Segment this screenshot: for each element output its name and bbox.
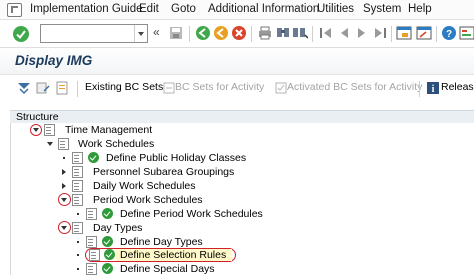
separator <box>436 26 437 42</box>
expand-toggle-icon[interactable] <box>61 226 67 230</box>
page-title: Display IMG <box>15 53 93 68</box>
collapse-toggle-icon[interactable] <box>62 169 66 175</box>
leaf-bullet <box>77 213 79 215</box>
img-node-icon <box>72 166 83 178</box>
menu-bar: Implementation Guide Edit Goto Additiona… <box>0 0 474 20</box>
separator <box>251 26 252 42</box>
tree-node-label: Work Schedules <box>78 138 155 150</box>
info-icon: i <box>427 82 439 95</box>
leaf-bullet <box>77 254 79 256</box>
last-page-icon[interactable] <box>372 25 388 41</box>
expand-subtree-icon[interactable] <box>16 80 32 96</box>
existing-bc-sets-button[interactable]: Existing BC Sets <box>85 81 163 93</box>
separator <box>77 81 78 97</box>
separator <box>312 26 313 42</box>
img-node-icon <box>72 194 83 206</box>
bc-sets-for-activity-button[interactable]: BC Sets for Activity <box>175 81 264 93</box>
tree-node-label: Period Work Schedules <box>93 194 203 206</box>
menu-additional-information[interactable]: Additional Information <box>208 3 319 15</box>
img-node-icon <box>72 222 83 234</box>
img-node-icon <box>44 124 55 136</box>
tree-node-label: Define Period Work Schedules <box>120 208 263 220</box>
tree-row-define-public-holiday-classes[interactable]: Define Public Holiday Classes <box>10 151 474 166</box>
command-field[interactable] <box>40 24 148 43</box>
leaf-bullet <box>77 241 79 243</box>
activated-bc-sets-for-activity-button[interactable]: Activated BC Sets for Activity <box>287 81 422 93</box>
tree-row-define-selection-rules[interactable]: Define Selection Rules <box>10 248 474 263</box>
tree-node-label: Personnel Subarea Groupings <box>93 166 235 178</box>
tree-row-personnel-subarea-groupings[interactable]: Personnel Subarea Groupings <box>10 165 474 180</box>
cancel-icon[interactable] <box>231 25 247 41</box>
tree-row-daily-work-schedules[interactable]: Daily Work Schedules <box>10 179 474 194</box>
find-icon[interactable] <box>275 25 291 41</box>
expand-toggle-icon[interactable] <box>47 142 53 146</box>
svg-text:?: ? <box>446 29 452 40</box>
menu-implementation-guide[interactable]: Implementation Guide <box>30 3 143 15</box>
menu-help[interactable]: Help <box>408 3 432 15</box>
execute-activity-icon[interactable] <box>102 236 113 247</box>
tree-row-period-work-schedules[interactable]: Period Work Schedules <box>10 193 474 208</box>
separator <box>419 81 420 97</box>
tree-node-label: Define Day Types <box>120 236 203 248</box>
next-page-icon[interactable] <box>354 25 370 41</box>
tree-row-define-special-days[interactable]: Define Special Days <box>10 262 474 275</box>
img-node-icon <box>86 263 97 275</box>
save-icon[interactable] <box>168 25 184 41</box>
command-dropdown-icon[interactable] <box>134 25 147 42</box>
img-node-icon <box>72 152 83 164</box>
application-toolbar: Existing BC Sets BC Sets for Activity Ac… <box>0 76 474 100</box>
collapse-toggle-icon[interactable] <box>62 183 66 189</box>
tree-node-label: Define Special Days <box>120 263 215 275</box>
shortcut-icon[interactable] <box>416 25 432 41</box>
tree-header: Structure <box>10 110 474 123</box>
expand-toggle-icon[interactable] <box>33 128 39 132</box>
img-node-icon <box>89 249 100 261</box>
find-next-icon[interactable] <box>292 25 308 41</box>
title-bar: Display IMG <box>0 48 474 75</box>
note-icon[interactable] <box>54 80 70 96</box>
customize-layout-icon[interactable] <box>459 25 474 41</box>
where-used-icon[interactable] <box>35 80 51 96</box>
menu-utilities[interactable]: Utilities <box>317 3 354 15</box>
standard-toolbar: « ? <box>0 20 474 48</box>
tree-header-label: Structure <box>16 111 59 123</box>
back-icon[interactable] <box>195 25 211 41</box>
img-node-icon <box>86 236 97 248</box>
tree-node-label: Define Public Holiday Classes <box>106 152 247 164</box>
tree-node-label: Day Types <box>93 222 143 234</box>
img-node-icon <box>86 208 97 220</box>
execute-activity-icon[interactable] <box>88 152 99 163</box>
expand-toggle-icon[interactable] <box>61 198 67 202</box>
svg-text:i: i <box>432 84 435 95</box>
tree-node-label: Time Management <box>65 124 153 136</box>
menu-edit[interactable]: Edit <box>139 3 159 15</box>
exit-icon[interactable] <box>213 25 229 41</box>
img-node-icon <box>58 138 69 150</box>
menu-goto[interactable]: Goto <box>171 3 196 15</box>
previous-page-icon[interactable] <box>336 25 352 41</box>
execute-activity-icon[interactable] <box>102 263 113 274</box>
execute-activity-icon[interactable] <box>104 249 115 260</box>
first-page-icon[interactable] <box>318 25 334 41</box>
leaf-bullet <box>63 157 65 159</box>
tree-node-label: Define Selection Rules <box>120 249 227 261</box>
leaf-bullet <box>77 268 79 270</box>
separator <box>391 26 392 42</box>
tree-row-time-management[interactable]: Time Management <box>10 123 474 138</box>
collapse-chevron-icon[interactable]: « <box>153 25 160 39</box>
tree-row-work-schedules[interactable]: Work Schedules <box>10 137 474 152</box>
help-icon[interactable]: ? <box>441 25 457 41</box>
tree-row-define-period-work-schedules[interactable]: Define Period Work Schedules <box>10 207 474 222</box>
release-button[interactable]: Release <box>441 81 474 93</box>
sap-window-icon[interactable] <box>7 3 22 17</box>
img-node-icon <box>72 180 83 192</box>
enter-check-icon[interactable] <box>12 25 30 43</box>
separator <box>189 26 190 42</box>
menu-system[interactable]: System <box>363 3 401 15</box>
create-session-icon[interactable] <box>396 25 412 41</box>
print-icon[interactable] <box>257 25 273 41</box>
tree-row-day-types[interactable]: Day Types <box>10 221 474 236</box>
execute-activity-icon[interactable] <box>102 208 113 219</box>
tree-node-label: Daily Work Schedules <box>93 180 196 192</box>
